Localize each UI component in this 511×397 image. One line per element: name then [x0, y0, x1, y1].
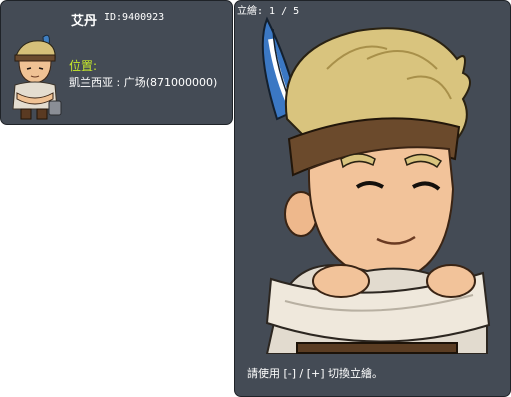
location-value: 凱兰西亚 : 广场(871000000): [69, 76, 218, 89]
npc-name: 艾丹: [71, 14, 98, 29]
npc-portrait-large: [261, 16, 491, 354]
location-label: 位置:: [69, 59, 98, 73]
npc-id: ID:9400923: [104, 12, 165, 23]
switch-illustration-hint: 請使用 [-] / [+] 切換立繪。: [247, 367, 384, 380]
illustration-panel: 立繪: 1 / 5 請使用 [-] / [+] 切換立繪。: [234, 0, 511, 397]
npc-portrait-small: [12, 34, 62, 120]
npc-info-panel: 艾丹 ID:9400923 位置: 凱兰西亚 : 广场(871000000): [0, 0, 233, 125]
